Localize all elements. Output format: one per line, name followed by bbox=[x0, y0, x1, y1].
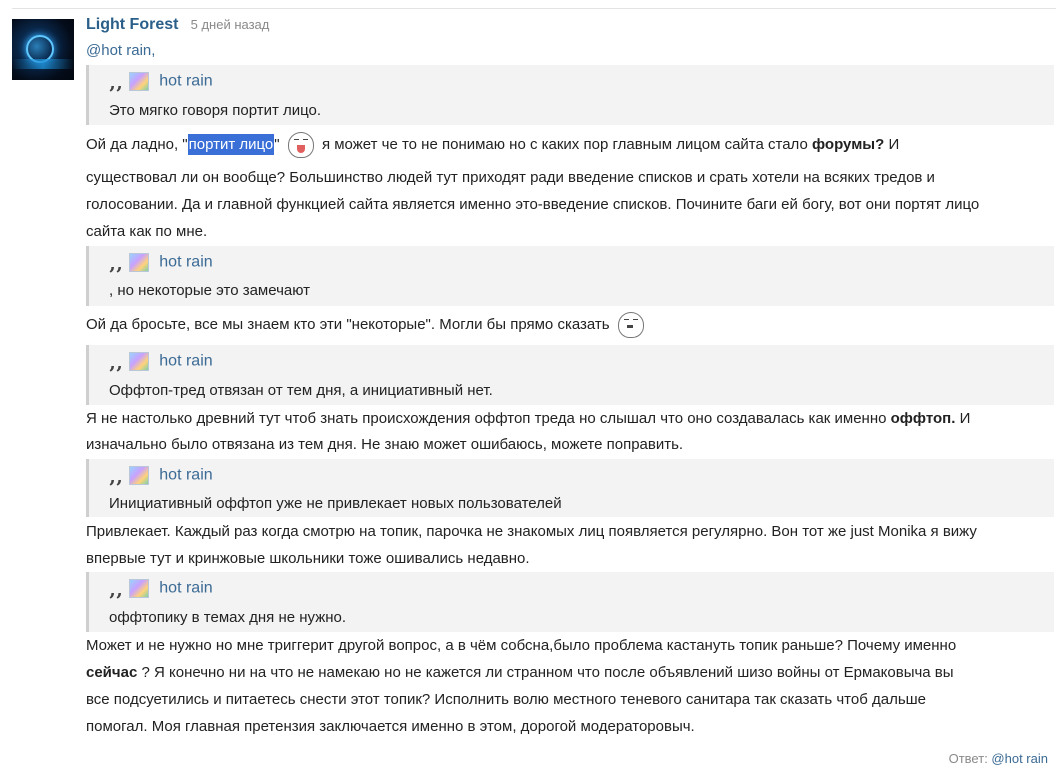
quote-author-avatar[interactable] bbox=[129, 72, 150, 91]
reply-to: Ответ: @hot rain bbox=[949, 751, 1048, 766]
text-fragment: я может че то не понимаю но с каких пор … bbox=[321, 135, 812, 153]
quote-author-avatar[interactable] bbox=[129, 253, 150, 272]
quote-header: ‚‚ hot rain bbox=[109, 352, 213, 372]
quote-text: Инициативный оффтоп уже не привлекает но… bbox=[109, 495, 562, 512]
reply-line: Может и не нужно но мне триггерит другой… bbox=[86, 637, 957, 654]
reply-line: все подсуетились и питаетесь снести этот… bbox=[86, 691, 927, 708]
text-fragment: И bbox=[884, 135, 900, 153]
quote-text: , но некоторые это замечают bbox=[109, 282, 311, 299]
emoticon-icon bbox=[614, 308, 648, 342]
quote-mark-icon: ‚‚ bbox=[109, 349, 123, 374]
reply-line: сайта как по мне. bbox=[86, 223, 208, 240]
text-fragment: " bbox=[274, 135, 280, 153]
quote-mark-icon: ‚‚ bbox=[109, 69, 123, 94]
quote-mark-icon: ‚‚ bbox=[109, 576, 123, 601]
reply-paragraph: Ой да ладно, "портит лицо" я может че то… bbox=[86, 128, 1056, 162]
quote-block: ‚‚ hot rain Оффтоп-тред отвязан от тем д… bbox=[86, 345, 1054, 405]
highlighted-text: портит лицо bbox=[187, 133, 275, 155]
reply-to-label: Ответ: bbox=[948, 751, 992, 766]
text-fragment: И bbox=[955, 410, 971, 427]
quote-block: ‚‚ hot rain Инициативный оффтоп уже не п… bbox=[86, 459, 1054, 517]
reply-line: голосовании. Да и главной функцией сайта… bbox=[86, 196, 980, 213]
reply-to-at[interactable]: @ bbox=[991, 751, 1004, 766]
quote-header: ‚‚ hot rain bbox=[109, 579, 213, 599]
mention-link[interactable]: @hot rain, bbox=[86, 42, 155, 59]
reply-paragraph: сейчас ? Я конечно ни на что не намекаю … bbox=[86, 659, 1056, 686]
reply-paragraph: Ой да бросьте, все мы знаем кто эти "нек… bbox=[86, 308, 1056, 342]
quote-header: ‚‚ hot rain bbox=[109, 72, 213, 92]
quote-block: ‚‚ hot rain , но некоторые это замечают bbox=[86, 246, 1054, 306]
reply-line: впервые тут и кринжовые школьники тоже о… bbox=[86, 550, 530, 567]
reply-line: изначально было отвязана из тем дня. Не … bbox=[86, 436, 684, 453]
divider bbox=[12, 8, 1056, 9]
quote-author-link[interactable]: hot rain bbox=[159, 254, 212, 271]
bold-text: форумы? bbox=[812, 135, 885, 153]
timestamp[interactable]: 5 дней назад bbox=[191, 17, 270, 32]
quote-mark-icon: ‚‚ bbox=[109, 463, 123, 488]
text-fragment: Ой да ладно, " bbox=[86, 135, 188, 153]
quote-author-link[interactable]: hot rain bbox=[159, 580, 212, 597]
quote-text: Это мягко говоря портит лицо. bbox=[109, 102, 322, 119]
quote-mark-icon: ‚‚ bbox=[109, 250, 123, 275]
quote-header: ‚‚ hot rain bbox=[109, 253, 213, 273]
quote-block: ‚‚ hot rain Это мягко говоря портит лицо… bbox=[86, 65, 1054, 125]
reply-line: Привлекает. Каждый раз когда смотрю на т… bbox=[86, 523, 977, 540]
text-fragment: Ой да бросьте, все мы знаем кто эти "нек… bbox=[86, 315, 610, 333]
text-fragment: ? Я конечно ни на что не намекаю но не к… bbox=[137, 664, 954, 681]
quote-author-link[interactable]: hot rain bbox=[159, 73, 212, 90]
reply-line: помогал. Моя главная претензия заключает… bbox=[86, 718, 695, 735]
quote-author-avatar[interactable] bbox=[129, 352, 150, 371]
bold-text: оффтоп. bbox=[890, 410, 956, 427]
quote-header: ‚‚ hot rain bbox=[109, 466, 213, 486]
author-link[interactable]: Light Forest bbox=[86, 16, 178, 33]
bold-text: сейчас bbox=[86, 664, 138, 681]
quote-text: оффтопику в темах дня не нужно. bbox=[109, 609, 347, 626]
quote-author-link[interactable]: hot rain bbox=[159, 353, 212, 370]
text-fragment: Я не настолько древний тут чтоб знать пр… bbox=[86, 410, 891, 427]
reply-line: существовал ли он вообще? Большинство лю… bbox=[86, 169, 935, 186]
reply-paragraph: Я не настолько древний тут чтоб знать пр… bbox=[86, 405, 1056, 432]
emoticon-icon bbox=[284, 128, 318, 162]
quote-block: ‚‚ hot rain оффтопику в темах дня не нуж… bbox=[86, 572, 1054, 632]
comment-header: Light Forest 5 дней назад bbox=[86, 16, 269, 34]
quote-author-avatar[interactable] bbox=[129, 579, 150, 598]
avatar[interactable] bbox=[12, 19, 74, 80]
quote-author-link[interactable]: hot rain bbox=[159, 467, 212, 484]
reply-to-user-link[interactable]: hot rain bbox=[1005, 751, 1048, 766]
quote-text: Оффтоп-тред отвязан от тем дня, а инициа… bbox=[109, 382, 493, 399]
quote-author-avatar[interactable] bbox=[129, 466, 150, 485]
